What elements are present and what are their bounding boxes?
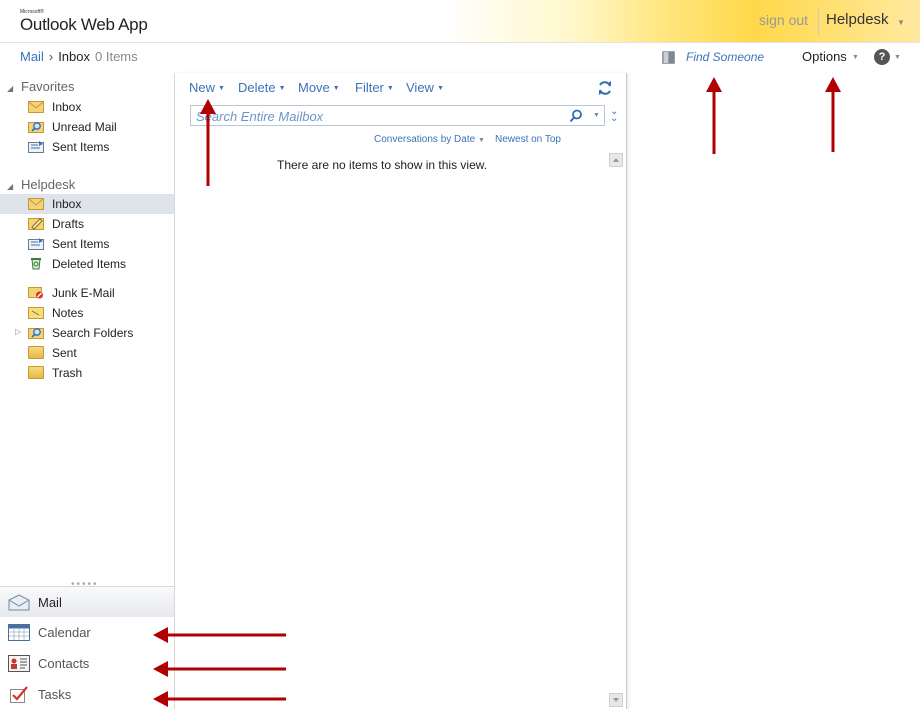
- folder-item-trash[interactable]: Trash: [0, 363, 174, 383]
- deleted-items-icon: [28, 257, 44, 270]
- folder-icon: [28, 346, 44, 359]
- chevron-down-icon: ▼: [332, 85, 340, 92]
- favorites-header[interactable]: ◢ Favorites: [7, 79, 74, 94]
- chevron-down-icon: ▼: [386, 85, 394, 92]
- outlook-web-app: Microsoft® Outlook Web App sign out Help…: [0, 0, 920, 709]
- filter-button[interactable]: Filter ▼: [355, 80, 394, 95]
- chevron-down-icon: ▼: [218, 85, 225, 92]
- breadcrumb: Mail › Inbox 0 Items: [20, 49, 138, 64]
- folder-item-drafts[interactable]: Drafts: [0, 214, 174, 234]
- chevron-down-icon: ▼: [278, 85, 286, 92]
- empty-list-message: There are no items to show in this view.: [277, 158, 488, 172]
- chevron-down-icon[interactable]: ▼: [593, 112, 600, 119]
- annotation-arrow: [825, 77, 841, 152]
- search-input[interactable]: [196, 108, 556, 124]
- folder-item-junk-email[interactable]: Junk E-Mail: [0, 283, 174, 303]
- sent-items-icon: [28, 237, 44, 250]
- move-button[interactable]: Move ▼: [298, 80, 340, 95]
- calendar-icon: [8, 624, 30, 641]
- notes-icon: [28, 306, 44, 319]
- header-divider: [818, 8, 819, 35]
- folder-item-sent[interactable]: Sent: [0, 343, 174, 363]
- item-count: 0 Items: [95, 49, 138, 64]
- search-folder-icon: [28, 326, 44, 339]
- folder-item-notes[interactable]: Notes: [0, 303, 174, 323]
- inbox-icon: [28, 197, 44, 210]
- sent-items-icon: [28, 140, 44, 153]
- module-tasks-button[interactable]: Tasks: [0, 679, 174, 709]
- module-contacts-button[interactable]: Contacts: [0, 648, 174, 679]
- user-menu[interactable]: Helpdesk: [826, 11, 889, 28]
- module-mail-button[interactable]: Mail: [0, 586, 174, 617]
- address-book-icon[interactable]: [661, 50, 676, 65]
- delete-button[interactable]: Delete ▼: [238, 80, 286, 95]
- new-button[interactable]: New ▼: [189, 80, 225, 95]
- junk-icon: [28, 286, 44, 299]
- refresh-icon[interactable]: [597, 80, 613, 96]
- inbox-icon: [28, 100, 44, 113]
- folder-nav: ◢ Favorites Inbox Unread Mail Sent Items …: [0, 73, 175, 709]
- app-logo: Microsoft® Outlook Web App: [20, 9, 148, 35]
- annotation-arrow: [153, 661, 286, 677]
- chevron-down-icon[interactable]: ▼: [894, 54, 901, 61]
- annotation-arrow: [706, 77, 722, 154]
- sign-out-link[interactable]: sign out: [759, 12, 808, 28]
- expand-triangle-icon[interactable]: ▷: [15, 327, 21, 336]
- expand-search-icon[interactable]: ⌄ ⌄: [610, 107, 618, 124]
- chevron-down-icon: ▼: [477, 137, 485, 144]
- message-list-pane: New▼ Delete▼ Move▼ Filter▼ View▼ ▼ ⌄⌄ Co…: [175, 73, 627, 709]
- find-someone-link[interactable]: Find Someone: [686, 50, 764, 64]
- chevron-down-icon[interactable]: ▼: [897, 18, 905, 27]
- sort-by-menu[interactable]: Conversations by Date ▼: [374, 134, 485, 145]
- drafts-icon: [28, 217, 44, 230]
- scroll-up-button[interactable]: [609, 153, 623, 167]
- mailbox-header[interactable]: ◢ Helpdesk: [7, 177, 75, 192]
- module-calendar-button[interactable]: Calendar: [0, 617, 174, 648]
- breadcrumb-separator: ›: [48, 49, 54, 64]
- collapse-triangle-icon[interactable]: ◢: [7, 182, 21, 191]
- breadcrumb-current-folder: Inbox: [58, 49, 90, 64]
- scroll-down-button[interactable]: [609, 693, 623, 707]
- contacts-icon: [8, 655, 30, 672]
- annotation-arrow: [153, 691, 286, 707]
- folder-icon: [28, 366, 44, 379]
- brand-name: Outlook Web App: [20, 15, 148, 34]
- search-icon[interactable]: [569, 109, 583, 123]
- annotation-arrow: [153, 627, 286, 643]
- favorites-item-inbox[interactable]: Inbox: [0, 97, 174, 117]
- search-box: ▼: [190, 105, 605, 126]
- tasks-icon: [8, 686, 30, 703]
- chevron-down-icon[interactable]: ▼: [852, 54, 859, 61]
- annotation-arrow: [200, 99, 216, 186]
- favorites-item-unread-mail[interactable]: Unread Mail: [0, 117, 174, 137]
- help-icon[interactable]: ?: [874, 49, 890, 65]
- chevron-down-icon: ▼: [436, 85, 444, 92]
- sort-order-toggle[interactable]: Newest on Top: [495, 134, 561, 145]
- search-folder-icon: [28, 120, 44, 133]
- favorites-item-sent-items[interactable]: Sent Items: [0, 137, 174, 157]
- folder-item-inbox[interactable]: Inbox: [0, 194, 174, 214]
- breadcrumb-mail-link[interactable]: Mail: [20, 49, 44, 64]
- options-menu[interactable]: Options: [802, 49, 847, 64]
- view-button[interactable]: View ▼: [406, 80, 444, 95]
- folder-item-deleted-items[interactable]: Deleted Items: [0, 254, 174, 274]
- collapse-triangle-icon[interactable]: ◢: [7, 84, 21, 93]
- app-header: Microsoft® Outlook Web App sign out Help…: [0, 0, 920, 43]
- mail-icon: [8, 594, 30, 611]
- folder-item-search-folders[interactable]: ▷ Search Folders: [0, 323, 174, 343]
- folder-item-sent-items[interactable]: Sent Items: [0, 234, 174, 254]
